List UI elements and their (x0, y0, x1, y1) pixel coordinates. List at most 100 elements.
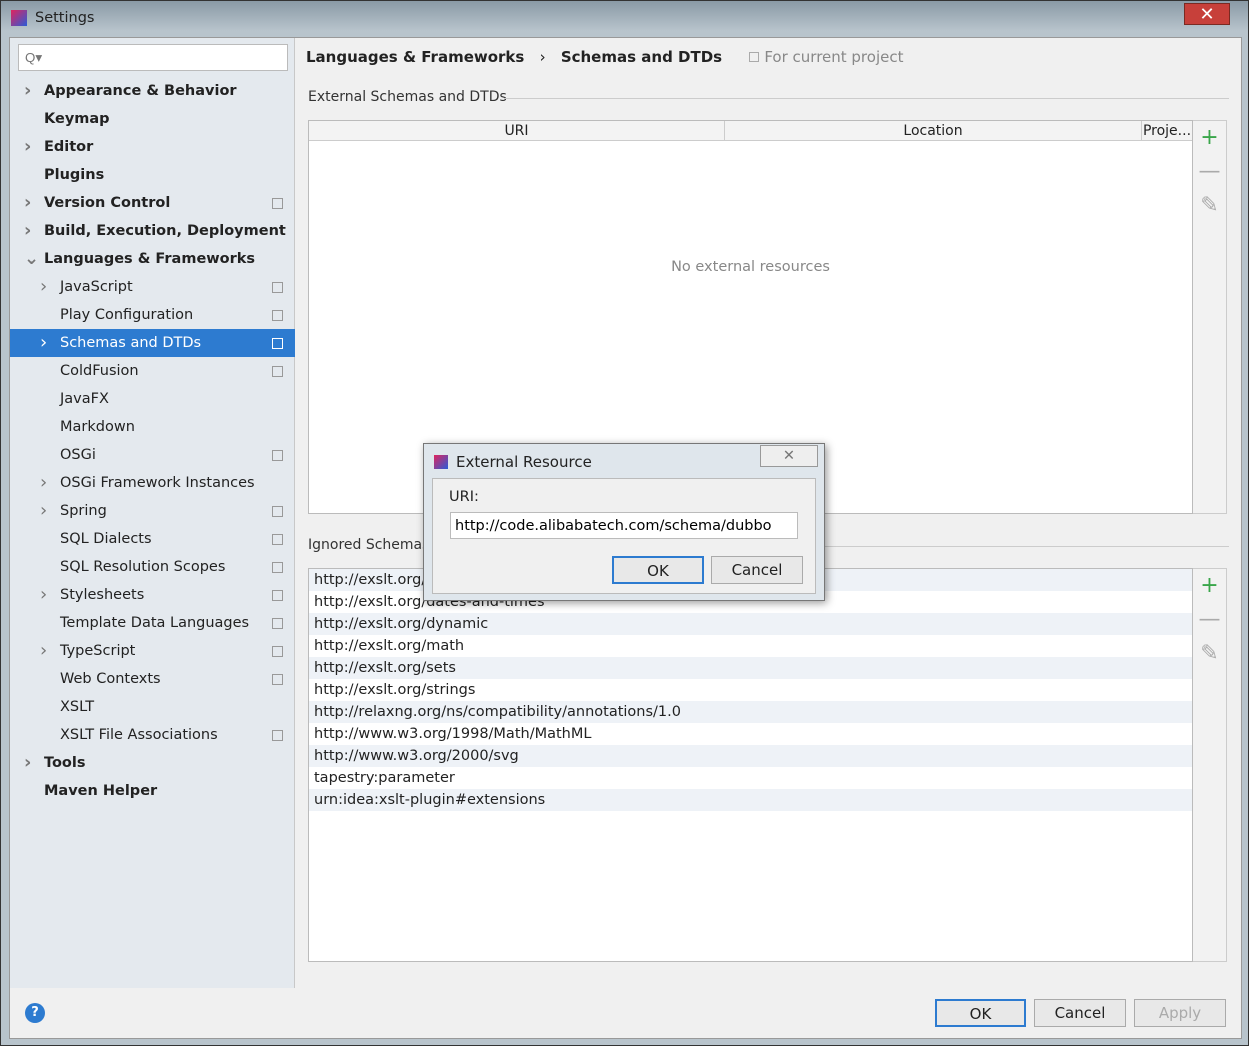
sidebar-item[interactable]: XSLT File Associations (10, 721, 295, 749)
chevron-right-icon[interactable]: › (24, 749, 31, 777)
breadcrumb: Languages & Frameworks › Schemas and DTD… (306, 48, 903, 66)
chevron-down-icon[interactable]: ⌄ (24, 245, 39, 273)
chevron-right-icon[interactable]: › (24, 77, 31, 105)
scope-label: For current project (764, 48, 904, 66)
list-item[interactable]: http://exslt.org/sets (309, 657, 1192, 679)
list-item[interactable]: http://exslt.org/dynamic (309, 613, 1192, 635)
column-uri[interactable]: URI (309, 121, 725, 140)
sidebar-item[interactable]: › Build, Execution, Deployment (10, 217, 295, 245)
sidebar-item[interactable]: Markdown (10, 413, 295, 441)
sidebar-item-label: TypeScript (60, 643, 136, 659)
list-item[interactable]: http://exslt.org/math (309, 635, 1192, 657)
apply-button[interactable]: Apply (1134, 999, 1226, 1027)
list-item[interactable]: http://www.w3.org/1998/Math/MathML (309, 723, 1192, 745)
project-scope-icon (272, 310, 283, 321)
add-ignored-button[interactable]: + (1193, 569, 1226, 603)
sidebar-item-label: Editor (44, 139, 94, 155)
chevron-right-icon[interactable]: › (24, 133, 31, 161)
sidebar-item-label: Stylesheets (60, 587, 145, 603)
external-section-title: External Schemas and DTDs (308, 89, 507, 105)
chevron-right-icon[interactable]: › (40, 273, 47, 301)
sidebar-item-label: Plugins (44, 167, 105, 183)
edit-ignored-button[interactable]: ✎ (1193, 637, 1226, 671)
sidebar-item[interactable]: Template Data Languages (10, 609, 295, 637)
sidebar-item[interactable]: › OSGi Framework Instances (10, 469, 295, 497)
remove-ignored-button[interactable]: — (1193, 603, 1226, 637)
uri-input[interactable] (450, 512, 798, 539)
column-project[interactable]: Proje... (1142, 121, 1192, 140)
sidebar-item[interactable]: OSGi (10, 441, 295, 469)
list-item[interactable]: urn:idea:xslt-plugin#extensions (309, 789, 1192, 811)
sidebar-item[interactable]: ⌄ Languages & Frameworks (10, 245, 295, 273)
sidebar-item[interactable]: › JavaScript (10, 273, 295, 301)
dialog-cancel-button[interactable]: Cancel (711, 556, 803, 584)
sidebar-item[interactable]: › Schemas and DTDs (10, 329, 295, 357)
sidebar-item-label: XSLT File Associations (60, 727, 218, 743)
ignored-schemas-list[interactable]: http://exslt.org/common http://exslt.org/… (308, 568, 1193, 962)
dialog-title: External Resource (456, 453, 592, 471)
chevron-right-icon[interactable]: › (40, 497, 47, 525)
sidebar-item[interactable]: SQL Resolution Scopes (10, 553, 295, 581)
sidebar-item[interactable]: › Version Control (10, 189, 295, 217)
sidebar-item-label: Tools (44, 755, 86, 771)
chevron-right-icon[interactable]: › (24, 189, 31, 217)
settings-search-input[interactable] (18, 44, 288, 71)
sidebar-item[interactable]: › Tools (10, 749, 295, 777)
dialog-close-button[interactable]: ✕ (760, 445, 818, 467)
project-scope-icon (272, 450, 283, 461)
ok-button[interactable]: OK (935, 999, 1026, 1027)
sidebar-item-label: OSGi Framework Instances (60, 475, 255, 491)
add-external-button[interactable]: + (1193, 121, 1226, 155)
sidebar-item-label: Version Control (44, 195, 171, 211)
sidebar-item-label: Markdown (60, 419, 135, 435)
sidebar-item[interactable]: Maven Helper (10, 777, 295, 805)
project-scope-icon (272, 618, 283, 629)
help-button[interactable]: ? (25, 1003, 45, 1023)
sidebar-item-label: SQL Dialects (60, 531, 152, 547)
sidebar-item[interactable]: Web Contexts (10, 665, 295, 693)
sidebar-item-label: OSGi (60, 447, 96, 463)
sidebar-item[interactable]: › Stylesheets (10, 581, 295, 609)
title-bar: Settings ✕ (1, 1, 1248, 35)
sidebar-item[interactable]: › Editor (10, 133, 295, 161)
sidebar-item[interactable]: ColdFusion (10, 357, 295, 385)
remove-external-button[interactable]: — (1193, 155, 1226, 189)
uri-label: URI: (449, 489, 479, 505)
sidebar: › Appearance & Behavior Keymap › Editor Plugi… (10, 38, 295, 988)
chevron-right-icon[interactable]: › (40, 581, 47, 609)
sidebar-item-label: Keymap (44, 111, 110, 127)
sidebar-item-label: Spring (60, 503, 107, 519)
sidebar-item[interactable]: SQL Dialects (10, 525, 295, 553)
sidebar-item[interactable]: › Appearance & Behavior (10, 77, 295, 105)
sidebar-item[interactable]: Keymap (10, 105, 295, 133)
chevron-right-icon[interactable]: › (40, 329, 47, 357)
dialog-ok-button[interactable]: OK (612, 556, 704, 584)
project-scope-icon (272, 562, 283, 573)
chevron-right-icon[interactable]: › (24, 217, 31, 245)
edit-external-button[interactable]: ✎ (1193, 189, 1226, 223)
list-item[interactable]: http://www.w3.org/2000/svg (309, 745, 1192, 767)
sidebar-item[interactable]: › Spring (10, 497, 295, 525)
sidebar-item[interactable]: › TypeScript (10, 637, 295, 665)
chevron-right-icon[interactable]: › (40, 637, 47, 665)
project-scope-icon (272, 674, 283, 685)
window-close-button[interactable]: ✕ (1184, 3, 1230, 25)
sidebar-item-label: Maven Helper (44, 783, 158, 799)
sidebar-item[interactable]: XSLT (10, 693, 295, 721)
sidebar-item[interactable]: Plugins (10, 161, 295, 189)
breadcrumb-separator: › (539, 48, 546, 66)
list-item[interactable]: tapestry:parameter (309, 767, 1192, 789)
list-item[interactable]: http://relaxng.org/ns/compatibility/anno… (309, 701, 1192, 723)
sidebar-item-label: Schemas and DTDs (60, 335, 202, 351)
sidebar-item-label: JavaScript (60, 279, 133, 295)
sidebar-item-label: JavaFX (60, 391, 109, 407)
column-location[interactable]: Location (725, 121, 1142, 140)
project-scope-icon (272, 534, 283, 545)
chevron-right-icon[interactable]: › (40, 469, 47, 497)
sidebar-item[interactable]: Play Configuration (10, 301, 295, 329)
list-item[interactable]: http://exslt.org/strings (309, 679, 1192, 701)
sidebar-item-label: Build, Execution, Deployment (44, 223, 286, 239)
copy-icon (749, 52, 760, 62)
cancel-button[interactable]: Cancel (1034, 999, 1126, 1027)
sidebar-item[interactable]: JavaFX (10, 385, 295, 413)
